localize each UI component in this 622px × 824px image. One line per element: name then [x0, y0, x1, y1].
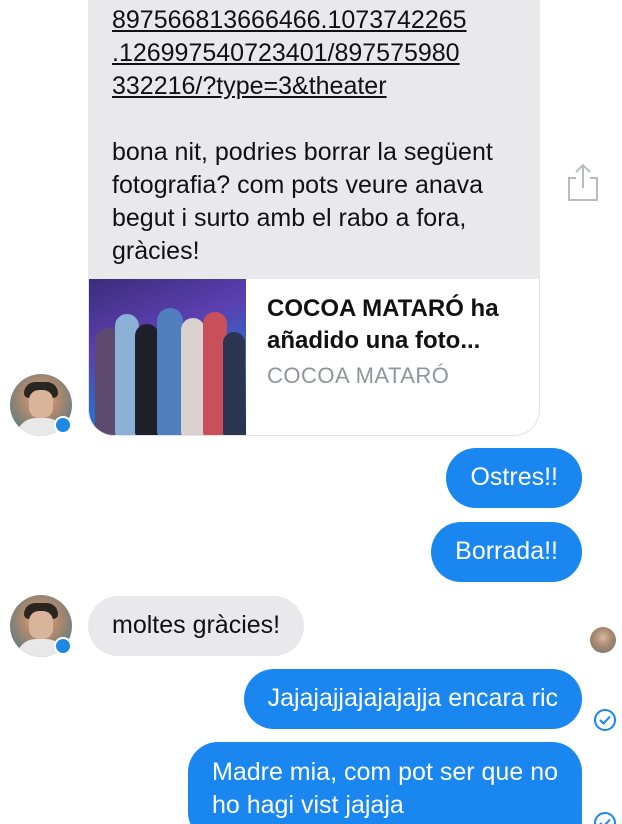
messenger-badge-icon [54, 637, 72, 655]
delivered-check-icon [594, 709, 616, 731]
incoming-message[interactable]: moltes gràcies! [88, 596, 305, 656]
messenger-badge-icon [54, 416, 72, 434]
seen-by-avatar [590, 627, 616, 653]
outgoing-message-line: Madre mia, com pot ser que no [212, 758, 558, 786]
incoming-message-link-bubble[interactable]: 897566813666466.1073742265 .126997540723… [88, 0, 540, 436]
outgoing-message-line: ho hagi vist jajaja [212, 791, 404, 819]
link-preview-source: COCOA MATARÓ [267, 363, 450, 388]
share-icon[interactable] [566, 162, 600, 202]
outgoing-message[interactable]: Jajajajjajajajajja encara ric [243, 669, 582, 729]
outgoing-message[interactable]: Madre mia, com pot ser que no ho hagi vi… [188, 742, 582, 824]
link-preview-title: COCOA MATARÓ ha añadido una foto... [267, 295, 499, 354]
outgoing-message[interactable]: Ostres!! [446, 448, 582, 508]
link-preview-photo[interactable] [89, 279, 246, 435]
delivered-check-icon [594, 812, 616, 824]
incoming-message-text: bona nit, podries borrar la següent foto… [112, 138, 493, 265]
link-preview-card[interactable]: COCOA MATARÓ ha añadido una foto... COCO… [88, 279, 540, 436]
outgoing-message[interactable]: Borrada!! [431, 522, 582, 582]
shared-link-url[interactable]: 897566813666466.1073742265 .126997540723… [112, 4, 532, 103]
